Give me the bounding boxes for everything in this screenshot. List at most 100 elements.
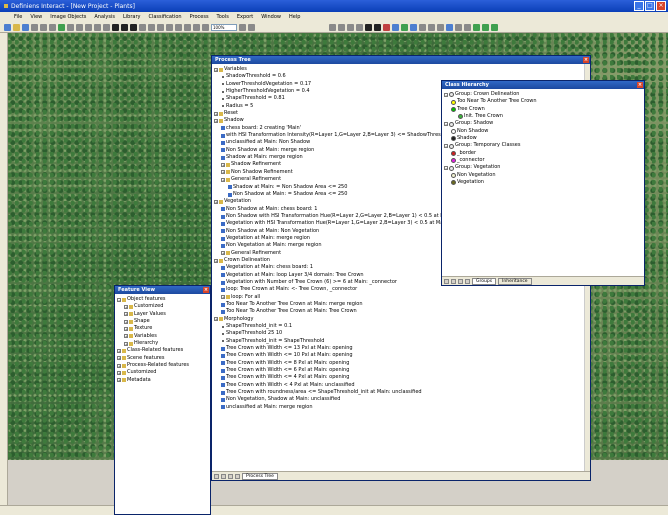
feature-row[interactable]: + Customized (117, 369, 208, 376)
feature-row[interactable]: + Class-Related features (117, 347, 208, 354)
tool-icon[interactable] (175, 23, 182, 31)
tool-icon[interactable] (248, 23, 255, 31)
menu-item[interactable]: Analysis (94, 14, 115, 20)
expander-icon[interactable]: + (214, 119, 218, 124)
tool-icon[interactable] (356, 23, 363, 31)
next-tab-icon[interactable] (458, 278, 463, 284)
menu-item[interactable]: Export (237, 14, 253, 20)
process-row[interactable]: Tree Crown with roundness/area <= ShapeT… (214, 389, 588, 396)
tool-icon[interactable] (85, 23, 92, 31)
expander-icon[interactable]: − (117, 297, 121, 302)
expander-icon[interactable]: + (221, 170, 225, 175)
process-row[interactable]: Too Near To Another Tree Crown at Main: … (214, 308, 588, 315)
feature-row[interactable]: + Scene features (117, 355, 208, 362)
prev-tab-icon[interactable] (221, 473, 226, 479)
tool-icon[interactable] (112, 23, 119, 31)
tool-icon[interactable] (419, 23, 426, 31)
tool-icon[interactable] (49, 23, 56, 31)
feature-row[interactable]: + Metadata (117, 377, 208, 384)
expander-icon[interactable]: + (124, 319, 128, 324)
tool-icon[interactable] (383, 23, 390, 31)
tool-icon[interactable] (347, 23, 354, 31)
class-row[interactable]: − Group: Vegetation (444, 164, 642, 171)
tool-icon[interactable] (365, 23, 372, 31)
first-tab-icon[interactable] (214, 473, 219, 479)
feature-row[interactable]: + Shape (117, 318, 208, 325)
expander-icon[interactable]: + (214, 67, 218, 72)
tool-icon[interactable] (401, 23, 408, 31)
tool-icon[interactable] (464, 23, 471, 31)
expander-icon[interactable]: + (124, 327, 128, 332)
feature-row[interactable]: + Customized (117, 303, 208, 310)
tool-icon[interactable] (437, 23, 444, 31)
expander-icon[interactable]: − (444, 144, 448, 149)
expander-icon[interactable]: + (124, 312, 128, 317)
process-row[interactable]: Tree Crown with Width <= 6 Pxl at Main: … (214, 367, 588, 374)
tool-icon[interactable] (446, 23, 453, 31)
tool-icon[interactable] (94, 23, 101, 31)
zoom-in-icon[interactable] (193, 23, 200, 31)
expander-icon[interactable]: + (221, 163, 225, 168)
expander-icon[interactable]: − (444, 92, 448, 97)
last-tab-icon[interactable] (465, 278, 470, 284)
next-tab-icon[interactable] (228, 473, 233, 479)
feature-row[interactable]: − Object features (117, 296, 208, 303)
class-row[interactable]: Shadow (444, 135, 642, 142)
tool-icon[interactable] (392, 23, 399, 31)
tool-icon[interactable] (329, 23, 336, 31)
feature-row[interactable]: + Process-Related features (117, 362, 208, 369)
expander-icon[interactable]: + (214, 317, 218, 322)
maximize-button[interactable]: □ (645, 1, 655, 11)
new-icon[interactable] (4, 23, 11, 31)
tool-icon[interactable] (31, 23, 38, 31)
minimize-button[interactable]: _ (634, 1, 644, 11)
tool-icon[interactable] (76, 23, 83, 31)
last-tab-icon[interactable] (235, 473, 240, 479)
process-row[interactable]: Too Near To Another Tree Crown at Main: … (214, 301, 588, 308)
tool-icon[interactable] (410, 23, 417, 31)
zoom-select[interactable]: 100% (211, 23, 237, 31)
zoom-out-icon[interactable] (202, 23, 209, 31)
expander-icon[interactable]: + (214, 258, 218, 263)
expander-icon[interactable]: + (221, 251, 225, 256)
open-icon[interactable] (13, 23, 20, 31)
class-row[interactable]: − Group: Temporary Classes (444, 142, 642, 149)
tool-icon[interactable] (67, 23, 74, 31)
expander-icon[interactable]: + (117, 378, 121, 383)
tool-icon[interactable] (184, 23, 191, 31)
expander-icon[interactable]: + (124, 334, 128, 339)
expander-icon[interactable]: + (117, 349, 121, 354)
class-row[interactable]: Init. Tree Crown (444, 113, 642, 120)
process-row[interactable]: Tree Crown with Width <= 13 Pxl at Main:… (214, 345, 588, 352)
process-row[interactable]: + loop: For all (214, 294, 588, 301)
tool-icon[interactable] (166, 23, 173, 31)
class-row[interactable]: Too Near To Another Tree Crown (444, 98, 642, 105)
close-icon[interactable]: × (203, 287, 209, 293)
tab-inheritance[interactable]: Inheritance (498, 277, 532, 285)
tab-process-tree[interactable]: Process Tree (242, 472, 278, 480)
process-row[interactable]: loop: Tree Crown at Main: <- Tree Crown,… (214, 286, 588, 293)
tool-icon[interactable] (455, 23, 462, 31)
expander-icon[interactable]: + (124, 341, 128, 346)
tool-icon[interactable] (148, 23, 155, 31)
tool-icon[interactable] (338, 23, 345, 31)
tool-icon[interactable] (121, 23, 128, 31)
tab-groups[interactable]: Groups (472, 277, 497, 285)
process-row[interactable]: + Variables (214, 66, 588, 73)
class-row[interactable]: _border (444, 150, 642, 157)
expander-icon[interactable]: + (221, 177, 225, 182)
class-row[interactable]: _connector (444, 157, 642, 164)
menu-item[interactable]: Window (261, 14, 281, 20)
feature-row[interactable]: + Texture (117, 325, 208, 332)
process-row[interactable]: ShapeThreshold_init = 0.1 (214, 323, 588, 330)
process-row[interactable]: ShapeThreshold 25 10 (214, 330, 588, 337)
class-row[interactable]: Tree Crown (444, 106, 642, 113)
close-icon[interactable]: × (637, 82, 643, 88)
expander-icon[interactable]: + (117, 371, 121, 376)
class-row[interactable]: Non Shadow (444, 128, 642, 135)
expander-icon[interactable]: − (444, 122, 448, 127)
menu-item[interactable]: Tools (217, 14, 229, 20)
menu-item[interactable]: Process (190, 14, 209, 20)
process-row[interactable]: + Morphology (214, 316, 588, 323)
first-tab-icon[interactable] (444, 278, 449, 284)
